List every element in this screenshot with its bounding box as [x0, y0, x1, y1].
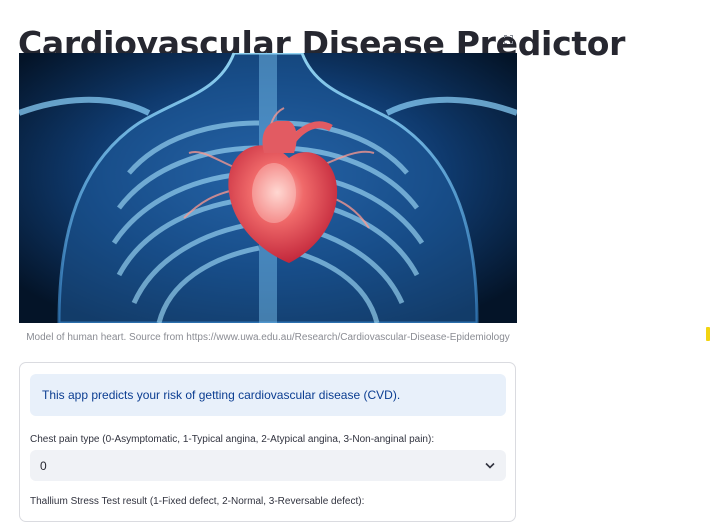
thallium-label: Thallium Stress Test result (1-Fixed def… — [30, 496, 365, 507]
chevron-down-icon — [484, 460, 496, 472]
chevron-glyph — [485, 462, 495, 469]
expand-icon[interactable] — [500, 31, 517, 48]
scroll-marker — [706, 327, 710, 341]
chest-pain-value: 0 — [40, 458, 47, 473]
prediction-form: This app predicts your risk of getting c… — [19, 362, 516, 522]
heart-illustration — [19, 53, 517, 323]
info-alert: This app predicts your risk of getting c… — [30, 374, 506, 416]
heart-hero-image — [19, 53, 517, 323]
chest-pain-select[interactable]: 0 — [30, 450, 506, 481]
image-caption: Model of human heart. Source from https:… — [26, 332, 510, 343]
chest-pain-label: Chest pain type (0-Asymptomatic, 1-Typic… — [30, 434, 435, 445]
info-text: This app predicts your risk of getting c… — [42, 388, 401, 402]
fullscreen-glyph — [504, 35, 513, 44]
